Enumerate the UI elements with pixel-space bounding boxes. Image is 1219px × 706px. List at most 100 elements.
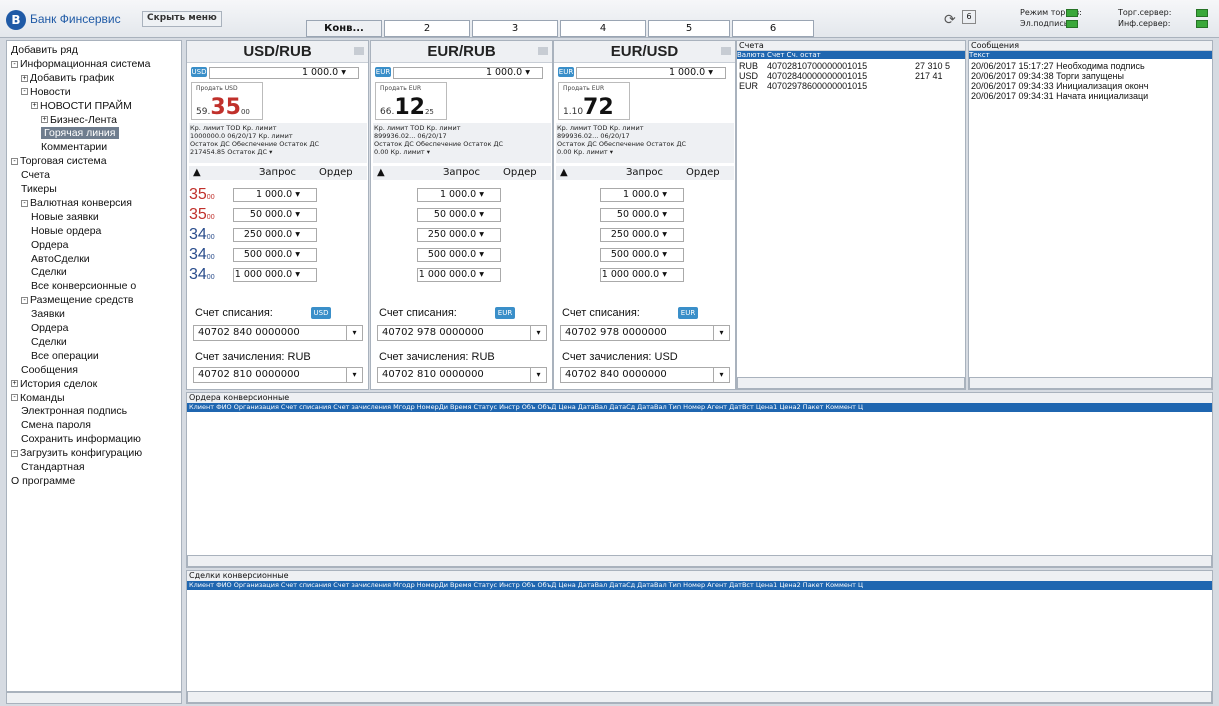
tree-item[interactable]: Сообщения [21,364,78,376]
tree-item[interactable]: - Загрузить конфигурацию [11,447,142,459]
level-price[interactable]: 3400 [189,226,215,244]
sort-icon[interactable]: ▲ [193,166,201,180]
expand-icon[interactable]: + [21,74,28,82]
tree-item[interactable]: Новые ордера [31,225,101,237]
tab-2[interactable]: 2 [384,20,470,37]
messages-scrollbar[interactable] [969,377,1212,389]
collapse-icon[interactable]: - [21,88,28,96]
level-price[interactable]: 3500 [189,186,215,204]
chevron-down-icon[interactable]: ▾ [346,326,362,340]
tree-item[interactable]: О программе [11,475,75,487]
hide-menu-button[interactable]: Скрыть меню [142,11,222,27]
chevron-down-icon[interactable]: ▾ [530,326,546,340]
tree-item[interactable]: - Команды [11,392,65,404]
collapse-icon[interactable]: - [11,449,18,457]
tab-1[interactable]: Конв... [306,20,382,37]
request-button[interactable]: Запрос [259,166,296,180]
credit-account-select[interactable]: 40702 810 0000000 ▾ [377,367,547,383]
tree-item[interactable]: Комментарии [41,141,107,153]
chevron-down-icon[interactable]: ▾ [346,368,362,382]
tree-item[interactable]: Добавить ряд [11,44,78,56]
tab-6[interactable]: 6 [732,20,814,37]
debit-account-select[interactable]: 40702 840 0000000 ▾ [193,325,363,341]
tree-item[interactable]: Смена пароля [21,419,91,431]
level-qty-select[interactable]: 250 000.0 ▾ [417,228,501,242]
tree-item[interactable]: Тикеры [21,183,57,195]
lock-icon[interactable]: 6 [962,10,976,24]
table-row[interactable]: EUR 40702978600000001015 [739,81,963,91]
message-row[interactable]: 20/06/2017 09:34:33 Инициализация оконч [971,81,1211,91]
tree-item[interactable]: Все конверсионные о [31,280,136,292]
tree-item[interactable]: + Добавить график [21,72,114,84]
tree-item[interactable]: + НОВОСТИ ПРАЙМ [31,100,132,112]
collapse-icon[interactable]: - [11,157,18,165]
tree-item[interactable]: - Торговая система [11,155,107,167]
order-button[interactable]: Ордер [503,166,537,180]
tab-5[interactable]: 5 [648,20,730,37]
panel-menu-icon[interactable] [354,47,364,55]
credit-account-select[interactable]: 40702 840 0000000 ▾ [560,367,730,383]
tree-item[interactable]: Счета [21,169,50,181]
amount-select[interactable]: 1 000.0 ▾ [393,67,543,79]
orders-scrollbar[interactable] [187,555,1212,567]
level-price[interactable]: 3400 [189,266,215,284]
level-qty-select[interactable]: 250 000.0 ▾ [600,228,684,242]
credit-account-select[interactable]: 40702 810 0000000 ▾ [193,367,363,383]
tree-item[interactable]: Заявки [31,308,65,320]
sell-quote-button[interactable]: Продать EUR 1.1072 [558,82,630,120]
level-qty-select[interactable]: 500 000.0 ▾ [417,248,501,262]
request-button[interactable]: Запрос [626,166,663,180]
level-qty-select[interactable]: 1 000 000.0 ▾ [233,268,317,282]
expand-icon[interactable]: + [31,102,38,110]
level-qty-select[interactable]: 1 000.0 ▾ [417,188,501,202]
request-button[interactable]: Запрос [443,166,480,180]
order-button[interactable]: Ордер [319,166,353,180]
level-qty-select[interactable]: 1 000 000.0 ▾ [600,268,684,282]
sell-quote-button[interactable]: Продать USD 59.3500 [191,82,263,120]
tree-item[interactable]: АвтоСделки [31,253,90,265]
tree-item[interactable]: Все операции [31,350,99,362]
tree-item[interactable]: Новые заявки [31,211,99,223]
level-qty-select[interactable]: 500 000.0 ▾ [600,248,684,262]
accounts-scrollbar[interactable] [737,377,965,389]
tree-item[interactable]: + Бизнес-Лента [41,114,117,126]
level-qty-select[interactable]: 50 000.0 ▾ [600,208,684,222]
chevron-down-icon[interactable]: ▾ [713,368,729,382]
level-qty-select[interactable]: 1 000.0 ▾ [233,188,317,202]
debit-account-select[interactable]: 40702 978 0000000 ▾ [560,325,730,341]
refresh-icon[interactable]: ⟳ [944,12,956,28]
expand-icon[interactable]: + [41,116,48,124]
message-row[interactable]: 20/06/2017 15:17:27 Необходима подпись [971,61,1211,71]
table-row[interactable]: USD 40702840000000001015 217 41 [739,71,963,81]
tree-item[interactable]: - Новости [21,86,71,98]
tree-item[interactable]: + История сделок [11,378,97,390]
chevron-down-icon[interactable]: ▾ [530,368,546,382]
level-price[interactable]: 3500 [189,206,215,224]
level-qty-select[interactable]: 1 000 000.0 ▾ [417,268,501,282]
message-row[interactable]: 20/06/2017 09:34:31 Начата инициализаци [971,91,1211,101]
level-qty-select[interactable]: 1 000.0 ▾ [600,188,684,202]
tree-item[interactable]: - Валютная конверсия [21,197,132,209]
level-price[interactable]: 3400 [189,246,215,264]
collapse-icon[interactable]: - [11,60,18,68]
level-qty-select[interactable]: 50 000.0 ▾ [233,208,317,222]
table-row[interactable]: RUB 40702810700000001015 27 310 5 [739,61,963,71]
amount-select[interactable]: 1 000.0 ▾ [209,67,359,79]
tree-item[interactable]: Ордера [31,239,68,251]
tab-4[interactable]: 4 [560,20,646,37]
level-qty-select[interactable]: 500 000.0 ▾ [233,248,317,262]
sort-icon[interactable]: ▲ [377,166,385,180]
level-qty-select[interactable]: 250 000.0 ▾ [233,228,317,242]
tree-item[interactable]: Сделки [31,336,67,348]
sell-quote-button[interactable]: Продать EUR 66.1225 [375,82,447,120]
tree-item[interactable]: Горячая линия [41,127,119,140]
collapse-icon[interactable]: - [21,296,28,304]
sort-icon[interactable]: ▲ [560,166,568,180]
message-row[interactable]: 20/06/2017 09:34:38 Торги запущены [971,71,1211,81]
collapse-icon[interactable]: - [21,199,28,207]
deals-scrollbar[interactable] [187,691,1212,703]
tree-item[interactable]: Сохранить информацию [21,433,141,445]
level-qty-select[interactable]: 50 000.0 ▾ [417,208,501,222]
tree-horizontal-scrollbar[interactable] [6,692,182,704]
tree-item[interactable]: Стандартная [21,461,85,473]
